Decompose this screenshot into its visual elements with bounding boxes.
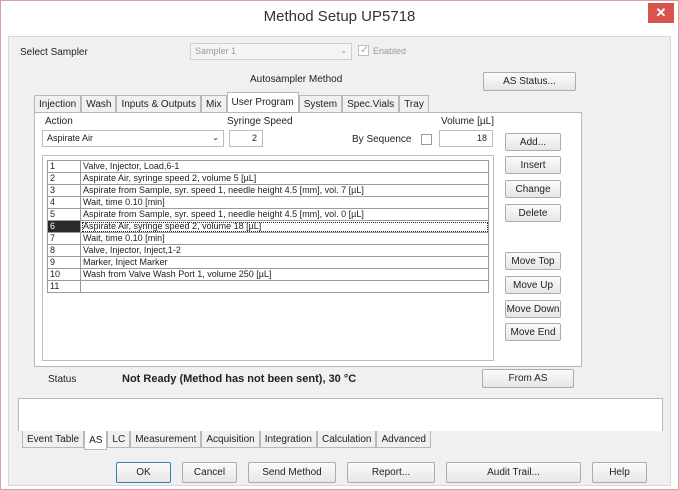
row-number: 6: [47, 220, 81, 233]
row-step: Wash from Valve Wash Port 1, volume 250 …: [80, 268, 489, 281]
tab-system[interactable]: System: [298, 95, 343, 112]
from-as-button[interactable]: From AS: [482, 369, 574, 388]
as-status-button[interactable]: AS Status...: [483, 72, 576, 91]
sampler-select-value: Sampler 1: [195, 46, 237, 56]
select-sampler-label: Select Sampler: [20, 47, 88, 58]
help-button[interactable]: Help: [592, 462, 647, 483]
table-row-selected[interactable]: 6 Aspirate Air, syringe speed 2, volume 1…: [47, 220, 489, 233]
table-row[interactable]: 9 Marker, Inject Marker: [47, 256, 489, 269]
top-tab-strip: Injection Wash Inputs & Outputs Mix User…: [34, 92, 429, 112]
row-step: Aspirate Air, syringe speed 2, volume 5 …: [80, 172, 489, 185]
row-step: Marker, Inject Marker: [80, 256, 489, 269]
table-row[interactable]: 4 Wait, time 0.10 [min]: [47, 196, 489, 209]
tab-calculation[interactable]: Calculation: [316, 431, 377, 448]
tab-injection[interactable]: Injection: [34, 95, 82, 112]
action-select-value: Aspirate Air: [47, 133, 94, 143]
tab-integration[interactable]: Integration: [259, 431, 317, 448]
table-row[interactable]: 1 Valve, Injector, Load,6-1: [47, 160, 489, 173]
by-sequence-label: By Sequence: [352, 134, 412, 145]
row-number: 2: [47, 172, 81, 185]
change-button[interactable]: Change: [505, 180, 561, 198]
window-title: Method Setup UP5718: [263, 8, 416, 25]
add-button[interactable]: Add...: [505, 133, 561, 151]
tab-user-program[interactable]: User Program: [226, 92, 299, 112]
tab-mix[interactable]: Mix: [200, 95, 227, 112]
tab-spec-vials[interactable]: Spec.Vials: [342, 95, 400, 112]
status-label: Status: [48, 374, 77, 385]
row-number: 11: [47, 280, 81, 293]
action-select[interactable]: Aspirate Air ⌄: [42, 130, 224, 147]
action-label: Action: [45, 116, 73, 127]
tab-wash[interactable]: Wash: [81, 95, 117, 112]
tab-inputs-outputs[interactable]: Inputs & Outputs: [116, 95, 201, 112]
program-table: 1 Valve, Injector, Load,6-1 2 Aspirate Air…: [47, 160, 489, 293]
row-number: 7: [47, 232, 81, 245]
row-step: Aspirate from Sample, syr. speed 1, need…: [80, 184, 489, 197]
row-number: 8: [47, 244, 81, 257]
syringe-speed-label: Syringe Speed: [227, 116, 293, 127]
row-step: Wait, time 0.10 [min]: [80, 232, 489, 245]
table-row[interactable]: 7 Wait, time 0.10 [min]: [47, 232, 489, 245]
tab-lc[interactable]: LC: [107, 431, 131, 448]
syringe-speed-field[interactable]: 2: [229, 130, 263, 147]
row-step: Aspirate Air, syringe speed 2, volume 18…: [80, 220, 489, 233]
row-number: 9: [47, 256, 81, 269]
tab-advanced[interactable]: Advanced: [376, 431, 431, 448]
row-number: 10: [47, 268, 81, 281]
move-top-button[interactable]: Move Top: [505, 252, 561, 270]
status-text: Not Ready (Method has not been sent), 30…: [122, 373, 357, 385]
program-list[interactable]: 1 Valve, Injector, Load,6-1 2 Aspirate Air…: [42, 155, 494, 361]
audit-trail-button[interactable]: Audit Trail...: [446, 462, 581, 483]
table-row[interactable]: 2 Aspirate Air, syringe speed 2, volume 5…: [47, 172, 489, 185]
ok-button[interactable]: OK: [116, 462, 171, 483]
move-down-button[interactable]: Move Down: [505, 300, 561, 318]
row-number: 4: [47, 196, 81, 209]
sampler-select[interactable]: Sampler 1 ⌄: [190, 43, 352, 60]
tab-as[interactable]: AS: [84, 431, 108, 450]
table-row[interactable]: 10 Wash from Valve Wash Port 1, volume 25…: [47, 268, 489, 281]
tab-acquisition[interactable]: Acquisition: [201, 431, 260, 448]
table-row[interactable]: 8 Valve, Injector, Inject,1-2: [47, 244, 489, 257]
insert-button[interactable]: Insert: [505, 156, 561, 174]
send-method-button[interactable]: Send Method: [248, 462, 336, 483]
volume-field[interactable]: 18: [439, 130, 493, 147]
volume-label: Volume [µL]: [441, 116, 495, 127]
table-row[interactable]: 5 Aspirate from Sample, syr. speed 1, nee…: [47, 208, 489, 221]
move-end-button[interactable]: Move End: [505, 323, 561, 341]
enabled-checkbox[interactable]: ✓: [358, 44, 370, 56]
chevron-down-icon: ⌄: [212, 133, 219, 142]
chevron-down-icon: ⌄: [340, 46, 347, 55]
bottom-tab-panel: [18, 398, 663, 431]
move-up-button[interactable]: Move Up: [505, 276, 561, 294]
row-step: Wait, time 0.10 [min]: [80, 196, 489, 209]
check-icon: ✓: [360, 44, 370, 56]
close-icon[interactable]: ✕: [648, 3, 674, 23]
tab-event-table[interactable]: Event Table: [22, 431, 85, 448]
cancel-button[interactable]: Cancel: [182, 462, 237, 483]
row-number: 1: [47, 160, 81, 173]
report-button[interactable]: Report...: [347, 462, 435, 483]
by-sequence-checkbox[interactable]: [421, 134, 432, 145]
row-number: 5: [47, 208, 81, 221]
row-number: 3: [47, 184, 81, 197]
tab-tray[interactable]: Tray: [399, 95, 429, 112]
bottom-tab-strip: Event Table AS LC Measurement Acquisitio…: [22, 431, 431, 450]
tab-measurement[interactable]: Measurement: [130, 431, 202, 448]
row-step: [80, 280, 489, 293]
title-bar[interactable]: Method Setup UP5718: [1, 1, 678, 34]
autosampler-method-heading: Autosampler Method: [250, 74, 343, 85]
enabled-label: Enabled: [373, 46, 407, 56]
row-step: Valve, Injector, Inject,1-2: [80, 244, 489, 257]
table-row[interactable]: 3 Aspirate from Sample, syr. speed 1, nee…: [47, 184, 489, 197]
table-row[interactable]: 11: [47, 280, 489, 293]
row-step: Aspirate from Sample, syr. speed 1, need…: [80, 208, 489, 221]
delete-button[interactable]: Delete: [505, 204, 561, 222]
row-step: Valve, Injector, Load,6-1: [80, 160, 489, 173]
